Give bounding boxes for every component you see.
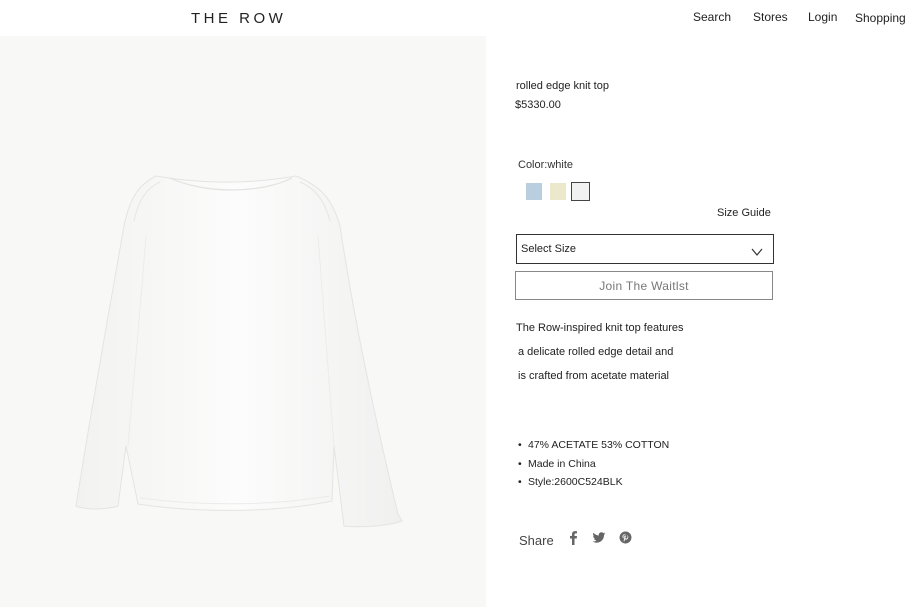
spec-item: • 47% ACETATE 53% COTTON (518, 439, 670, 451)
facebook-icon[interactable] (568, 530, 578, 551)
color-label: Color:white (518, 159, 574, 171)
spec-text: Made in China (528, 458, 596, 470)
join-waitlist-button[interactable]: Join The Waitlst (515, 271, 773, 300)
nav-search[interactable]: Search (693, 10, 731, 24)
twitter-icon[interactable] (592, 531, 606, 549)
product-title: rolled edge knit top (516, 80, 609, 92)
product-price: $5330.00 (515, 99, 561, 111)
product-image[interactable] (0, 36, 486, 607)
description-line: The Row-inspired knit top features (516, 322, 684, 334)
brand-logo[interactable]: THE ROW (191, 10, 286, 27)
swatch-white[interactable] (571, 182, 590, 201)
size-select-label: Select Size (521, 243, 577, 255)
nav-shopping[interactable]: Shopping (855, 11, 906, 25)
chevron-down-icon (751, 244, 763, 262)
size-select[interactable]: Select Size (516, 234, 774, 264)
spec-item: • Style:2600C524BLK (518, 476, 623, 488)
knit-top-illustration (0, 36, 486, 607)
spec-text: Style:2600C524BLK (528, 476, 623, 488)
description-line: a delicate rolled edge detail and (518, 346, 674, 358)
swatch-cream[interactable] (550, 183, 566, 200)
nav-stores[interactable]: Stores (753, 10, 788, 24)
pinterest-icon[interactable] (619, 531, 632, 549)
swatch-blue[interactable] (526, 183, 542, 200)
spec-item: • Made in China (518, 458, 596, 470)
spec-text: 47% ACETATE 53% COTTON (528, 439, 670, 451)
size-guide-link[interactable]: Size Guide (717, 207, 771, 219)
share-label: Share (519, 533, 554, 548)
nav-login[interactable]: Login (808, 10, 837, 24)
site-header: THE ROW Search Stores Login Shopping (0, 0, 916, 36)
description-line: is crafted from acetate material (518, 370, 670, 382)
